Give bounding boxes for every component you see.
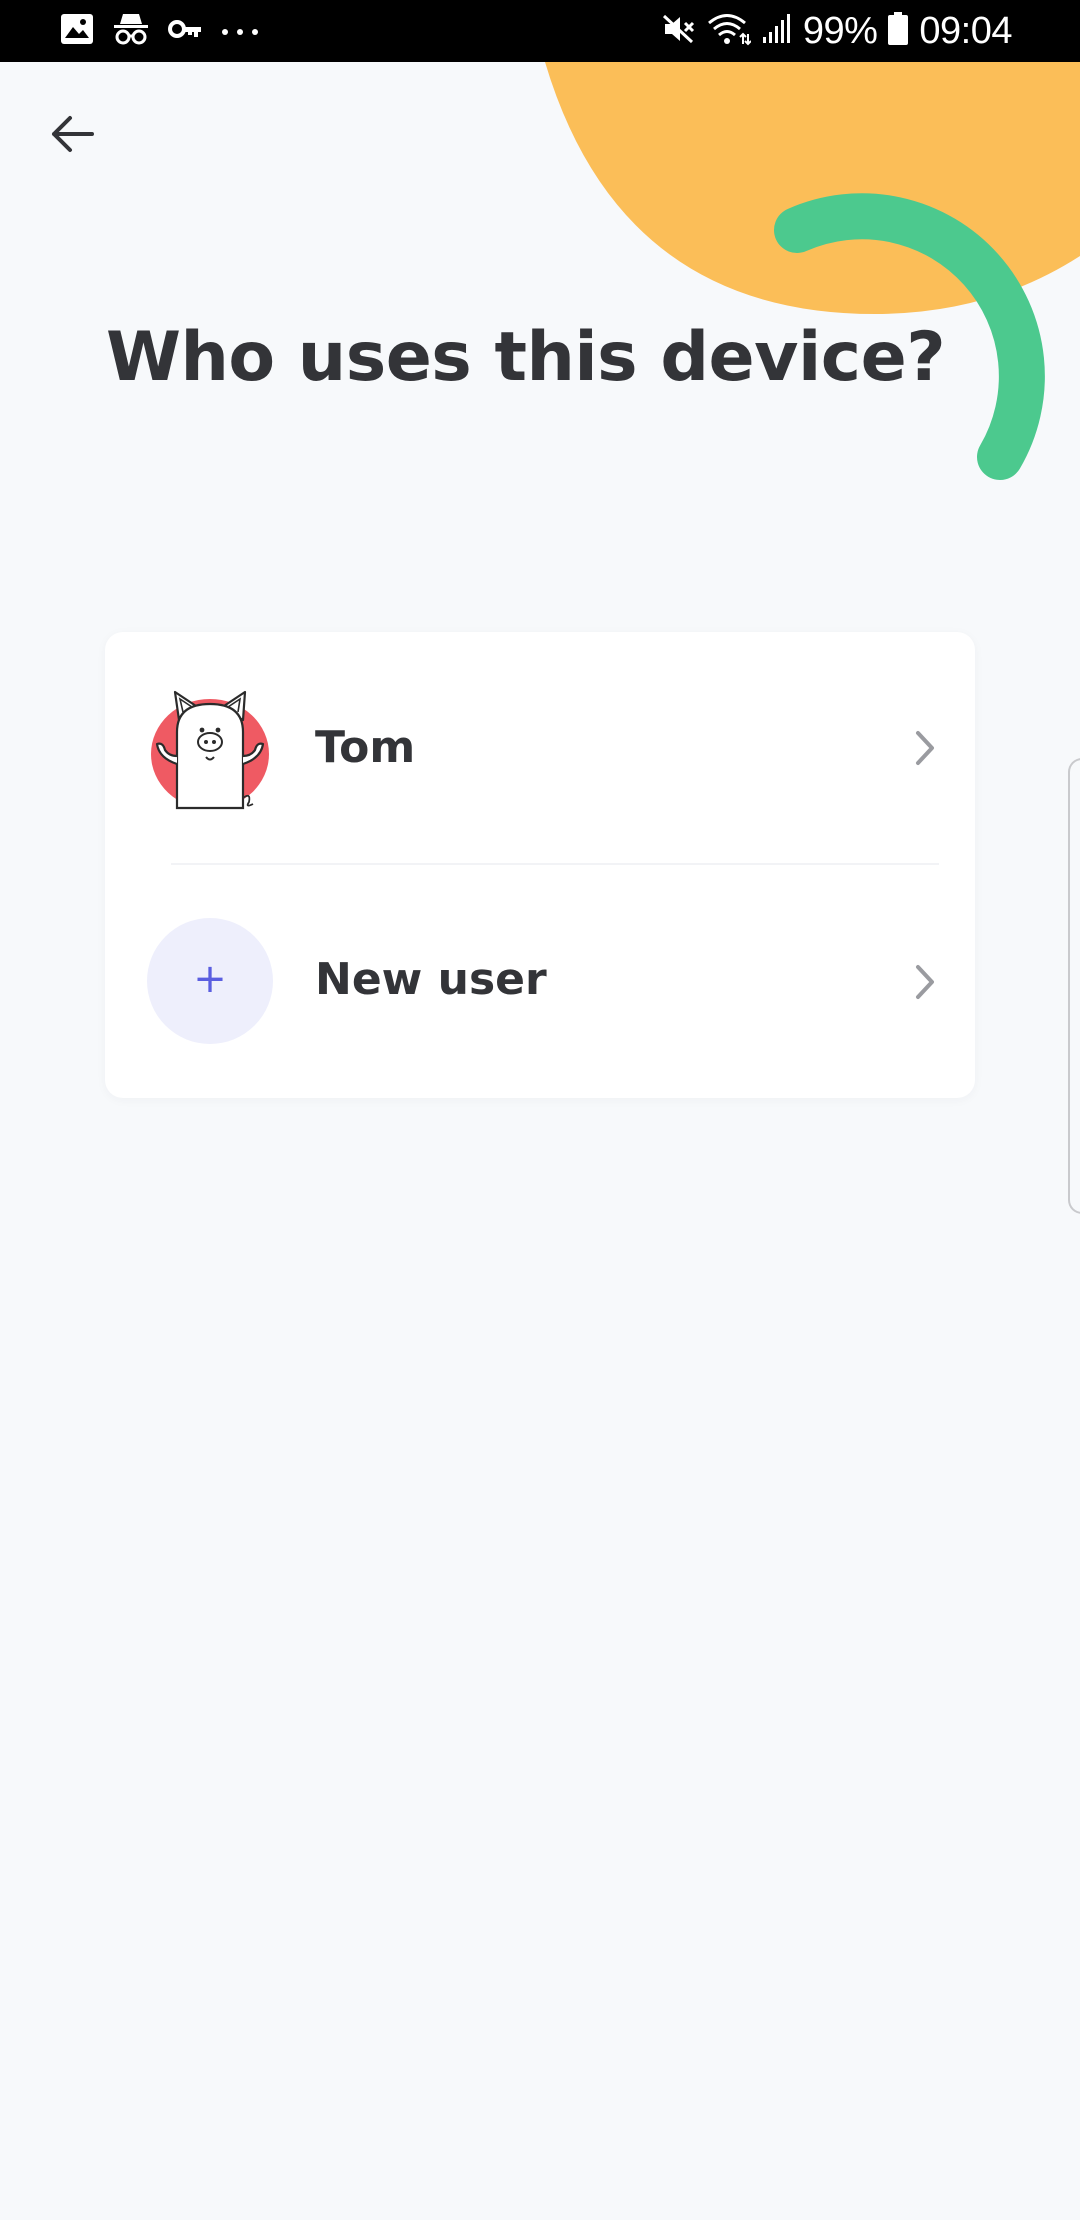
row-divider [171,863,939,865]
status-right-icons: 99% 09:04 [661,8,1012,54]
back-button[interactable] [36,100,108,172]
battery-icon [887,12,909,50]
new-user-avatar: + [147,918,273,1044]
yellow-blob-shape [545,62,1080,314]
chevron-right-icon [905,728,945,768]
plus-icon: + [193,956,227,1002]
new-user-row[interactable]: + New user [105,866,975,1098]
signal-icon [761,13,793,49]
vpn-key-icon [168,19,202,43]
decorative-shapes [545,62,1080,480]
user-name-label: Tom [315,722,416,773]
user-list-card: Tom + New user [105,632,975,1098]
status-left-icons [60,10,260,52]
new-user-label: New user [315,954,547,1005]
chevron-right-icon [905,962,945,1002]
clock: 09:04 [919,9,1012,52]
user-row-tom[interactable]: Tom [105,632,975,864]
mute-icon [661,12,697,50]
incognito-icon [112,12,150,50]
arrow-left-icon [48,114,96,158]
more-dots-icon [220,22,260,41]
gallery-icon [60,13,94,49]
pig-avatar-icon [147,686,273,812]
wifi-icon [707,12,752,50]
battery-percent: 99% [802,9,878,52]
page-title: Who uses this device? [106,318,946,397]
status-bar: 99% 09:04 [0,0,1080,62]
edge-panel-handle[interactable] [1068,758,1080,1214]
